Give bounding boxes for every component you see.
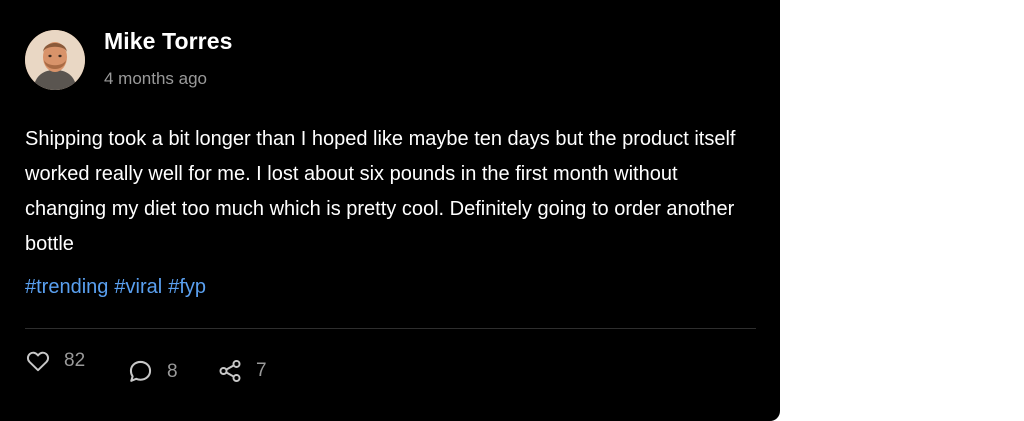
like-count: 82 [64,350,86,371]
speech-bubble-icon [129,360,152,382]
post-body: Shipping took a bit longer than I hoped … [25,128,736,255]
hashtag-list: #trending #viral #fyp [25,276,212,299]
author-name[interactable]: Mike Torres [104,28,233,55]
like-button[interactable]: 82 [25,348,85,374]
share-icon [219,359,241,383]
divider [25,328,756,329]
share-button[interactable]: 7 [217,358,267,384]
heart-icon [26,351,50,372]
post-card: Mike Torres 4 months ago Shipping took a… [0,0,780,421]
avatar[interactable] [25,30,85,90]
hashtag-trending[interactable]: #trending [25,276,108,298]
avatar-image [25,30,85,90]
comment-button[interactable]: 8 [127,358,178,385]
hashtag-viral[interactable]: #viral [114,276,162,298]
comment-count: 8 [167,360,178,382]
post-timestamp: 4 months ago [104,69,208,88]
hashtag-fyp[interactable]: #fyp [168,276,206,298]
share-count: 7 [256,360,267,381]
